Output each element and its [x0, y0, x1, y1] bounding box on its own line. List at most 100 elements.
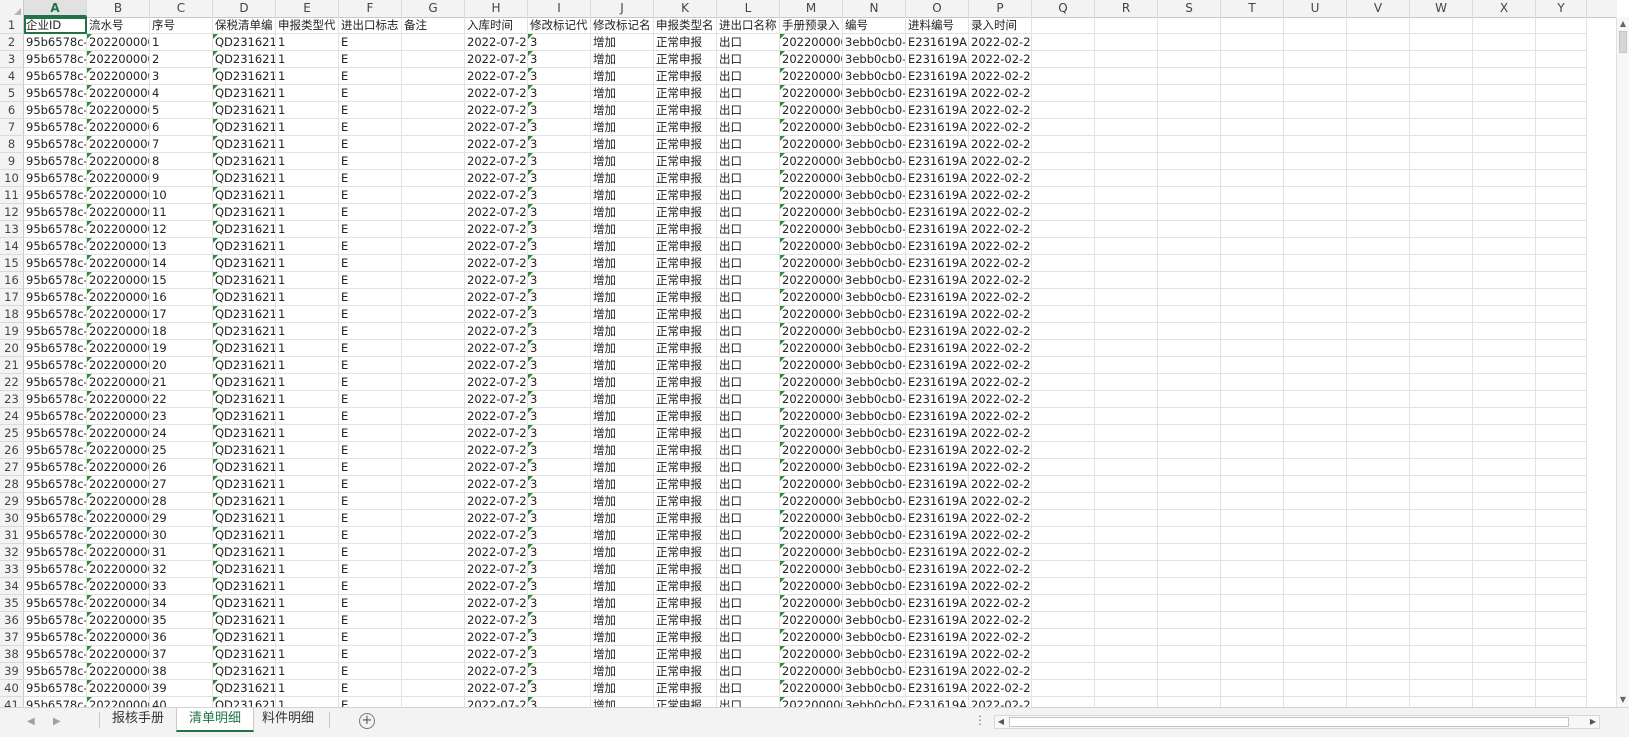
cell-k17[interactable]: 正常申报	[654, 289, 717, 306]
cell-o36[interactable]: E231619A	[906, 612, 969, 629]
cell-c5[interactable]: 4	[150, 85, 213, 102]
cell-k22[interactable]: 正常申报	[654, 374, 717, 391]
row-header[interactable]: 39	[0, 663, 24, 680]
cell-j6[interactable]: 增加	[591, 102, 654, 119]
cell-i26[interactable]: 3	[528, 442, 591, 459]
cell-r17[interactable]	[1095, 289, 1158, 306]
cell-e10[interactable]: 1	[276, 170, 339, 187]
cell-c9[interactable]: 8	[150, 153, 213, 170]
cell-w16[interactable]	[1410, 272, 1473, 289]
cell-e9[interactable]: 1	[276, 153, 339, 170]
cell-e41[interactable]: 1	[276, 697, 339, 707]
cell-b4[interactable]: 202200000	[87, 68, 150, 85]
cell-o15[interactable]: E231619A	[906, 255, 969, 272]
cell-l23[interactable]: 出口	[717, 391, 780, 408]
cell-d40[interactable]: QD231621	[213, 680, 276, 697]
cell-g14[interactable]	[402, 238, 465, 255]
cell-t23[interactable]	[1221, 391, 1284, 408]
column-header-i[interactable]: I	[528, 0, 591, 17]
cell-f31[interactable]: E	[339, 527, 402, 544]
cell-n5[interactable]: 3ebb0cb0-	[843, 85, 906, 102]
cell-a1[interactable]: 企业ID	[24, 17, 87, 34]
cell-e17[interactable]: 1	[276, 289, 339, 306]
cell-j12[interactable]: 增加	[591, 204, 654, 221]
cell-o11[interactable]: E231619A	[906, 187, 969, 204]
cell-j3[interactable]: 增加	[591, 51, 654, 68]
cell-y25[interactable]	[1536, 425, 1587, 442]
cell-o30[interactable]: E231619A	[906, 510, 969, 527]
cell-i34[interactable]: 3	[528, 578, 591, 595]
cell-f8[interactable]: E	[339, 136, 402, 153]
cell-g40[interactable]	[402, 680, 465, 697]
cell-r14[interactable]	[1095, 238, 1158, 255]
row-header[interactable]: 32	[0, 544, 24, 561]
cell-p41[interactable]: 2022-02-28	[969, 697, 1032, 707]
cell-k34[interactable]: 正常申报	[654, 578, 717, 595]
cell-m4[interactable]: 202200000	[780, 68, 843, 85]
cell-b23[interactable]: 202200000	[87, 391, 150, 408]
cell-m36[interactable]: 202200000	[780, 612, 843, 629]
cell-y40[interactable]	[1536, 680, 1587, 697]
cell-j18[interactable]: 增加	[591, 306, 654, 323]
cell-e25[interactable]: 1	[276, 425, 339, 442]
cell-u38[interactable]	[1284, 646, 1347, 663]
cell-n24[interactable]: 3ebb0cb0-	[843, 408, 906, 425]
cell-r22[interactable]	[1095, 374, 1158, 391]
cell-w15[interactable]	[1410, 255, 1473, 272]
cell-m34[interactable]: 202200000	[780, 578, 843, 595]
cell-x33[interactable]	[1473, 561, 1536, 578]
cell-c39[interactable]: 38	[150, 663, 213, 680]
cell-j19[interactable]: 增加	[591, 323, 654, 340]
cell-i16[interactable]: 3	[528, 272, 591, 289]
cell-d1[interactable]: 保税清单编	[213, 17, 276, 34]
cell-q5[interactable]	[1032, 85, 1095, 102]
cell-y24[interactable]	[1536, 408, 1587, 425]
cell-b7[interactable]: 202200000	[87, 119, 150, 136]
cell-n20[interactable]: 3ebb0cb0-	[843, 340, 906, 357]
cell-j31[interactable]: 增加	[591, 527, 654, 544]
cell-c35[interactable]: 34	[150, 595, 213, 612]
cell-t8[interactable]	[1221, 136, 1284, 153]
cell-n25[interactable]: 3ebb0cb0-	[843, 425, 906, 442]
cell-m15[interactable]: 202200000	[780, 255, 843, 272]
scroll-up-icon[interactable]: ▲	[1619, 19, 1627, 29]
cell-q36[interactable]	[1032, 612, 1095, 629]
row-header[interactable]: 16	[0, 272, 24, 289]
cell-y22[interactable]	[1536, 374, 1587, 391]
cell-x9[interactable]	[1473, 153, 1536, 170]
row-header[interactable]: 2	[0, 34, 24, 51]
cell-w1[interactable]	[1410, 17, 1473, 34]
cell-s31[interactable]	[1158, 527, 1221, 544]
cell-k6[interactable]: 正常申报	[654, 102, 717, 119]
cell-a23[interactable]: 95b6578c-	[24, 391, 87, 408]
cell-j9[interactable]: 增加	[591, 153, 654, 170]
cell-j11[interactable]: 增加	[591, 187, 654, 204]
cell-f10[interactable]: E	[339, 170, 402, 187]
cell-a27[interactable]: 95b6578c-	[24, 459, 87, 476]
cell-h15[interactable]: 2022-07-27	[465, 255, 528, 272]
cell-c18[interactable]: 17	[150, 306, 213, 323]
cell-j32[interactable]: 增加	[591, 544, 654, 561]
cell-a14[interactable]: 95b6578c-	[24, 238, 87, 255]
cell-g18[interactable]	[402, 306, 465, 323]
cell-p3[interactable]: 2022-02-28	[969, 51, 1032, 68]
cell-c15[interactable]: 14	[150, 255, 213, 272]
cell-y21[interactable]	[1536, 357, 1587, 374]
cell-n13[interactable]: 3ebb0cb0-	[843, 221, 906, 238]
cell-h31[interactable]: 2022-07-27	[465, 527, 528, 544]
cell-o10[interactable]: E231619A	[906, 170, 969, 187]
cell-x1[interactable]	[1473, 17, 1536, 34]
cell-f1[interactable]: 进出口标志	[339, 17, 402, 34]
cell-r32[interactable]	[1095, 544, 1158, 561]
cell-h4[interactable]: 2022-07-27	[465, 68, 528, 85]
cell-e27[interactable]: 1	[276, 459, 339, 476]
cell-e12[interactable]: 1	[276, 204, 339, 221]
cell-j15[interactable]: 增加	[591, 255, 654, 272]
cell-f38[interactable]: E	[339, 646, 402, 663]
cell-m35[interactable]: 202200000	[780, 595, 843, 612]
cell-g23[interactable]	[402, 391, 465, 408]
row-header[interactable]: 1	[0, 17, 24, 34]
cell-r19[interactable]	[1095, 323, 1158, 340]
cell-l38[interactable]: 出口	[717, 646, 780, 663]
cell-y34[interactable]	[1536, 578, 1587, 595]
